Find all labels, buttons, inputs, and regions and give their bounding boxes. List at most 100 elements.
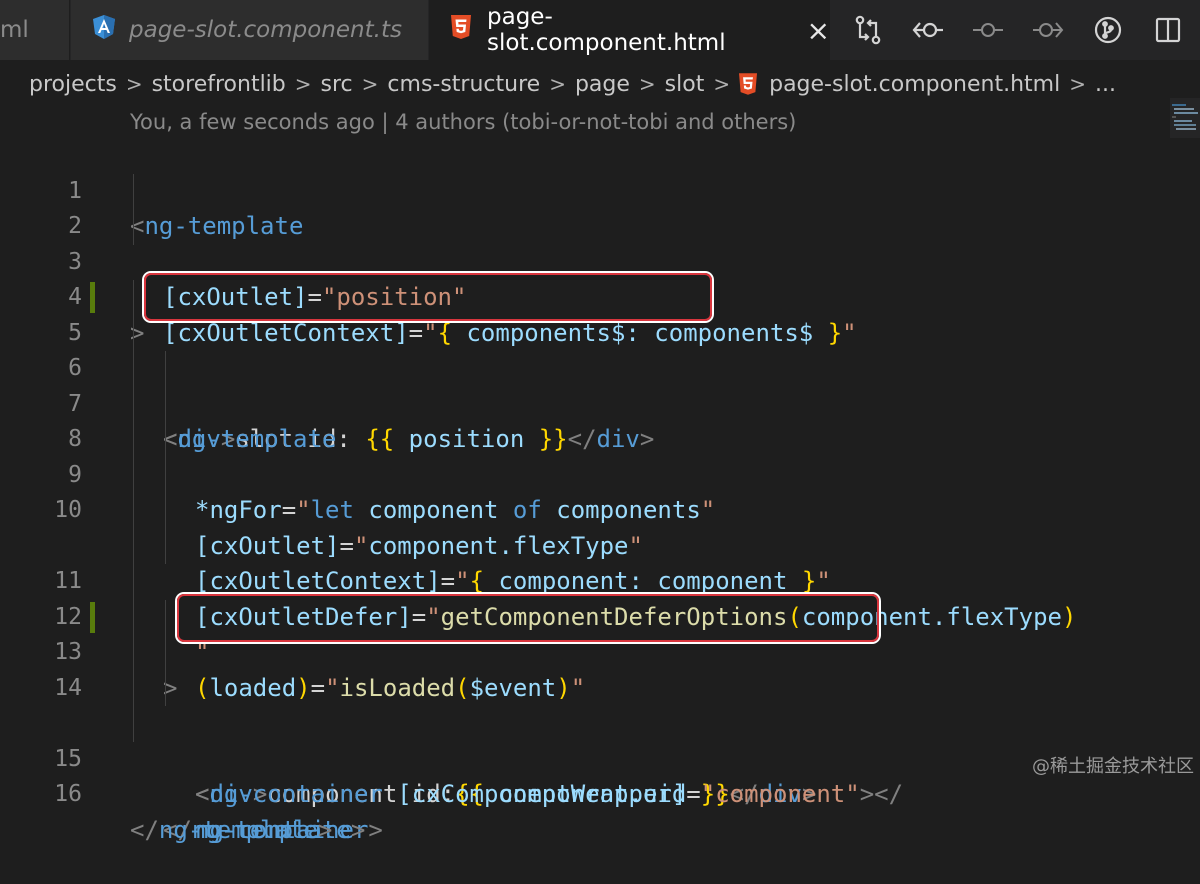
token: </ xyxy=(874,780,904,808)
code-line: 15 </ng-template> xyxy=(0,706,1160,844)
indent-guide xyxy=(133,457,134,493)
next-change-icon[interactable] xyxy=(1018,0,1078,60)
breadcrumb-item-slot[interactable]: slot xyxy=(665,72,705,97)
git-modified-indicator[interactable] xyxy=(90,601,95,633)
code-line: 13 <div>component id:{{ component.uid }}… xyxy=(0,599,1160,808)
breadcrumb-item-cms-structure[interactable]: cms-structure xyxy=(387,72,540,97)
minimap[interactable] xyxy=(1170,98,1200,138)
compare-changes-icon[interactable] xyxy=(838,0,898,60)
code-line: 9 [cxOutletContext]="{ component: compon… xyxy=(0,422,1160,595)
breadcrumb-separator: > xyxy=(638,72,656,96)
code-line: 14 <ng-container [cxComponentWrapper]="c… xyxy=(0,635,1160,808)
indent-guide xyxy=(165,457,166,493)
tab-label: page-slot.component.ts xyxy=(129,17,402,43)
split-editor-icon[interactable] xyxy=(1138,0,1198,60)
tab-page-slot-component-html[interactable]: page-slot.component.html × xyxy=(429,0,830,60)
token: = xyxy=(686,780,701,808)
indent-guide xyxy=(133,315,134,351)
indent-guide xyxy=(165,422,166,458)
timeline-icon[interactable] xyxy=(958,0,1018,60)
token: ng-container xyxy=(209,780,383,808)
breadcrumb-item-storefrontlib[interactable]: storefrontlib xyxy=(152,72,286,97)
indent-guide xyxy=(133,386,134,422)
code-line: 4 > xyxy=(0,245,1160,347)
code-line-wrapped: " xyxy=(0,493,1160,666)
indent-guide xyxy=(133,599,134,635)
watermark: @稀土掘金技术社区 xyxy=(1032,756,1194,777)
tab-page-slot-component-ts[interactable]: page-slot.component.ts xyxy=(71,0,428,60)
code-line: 1 <ng-template xyxy=(0,138,1160,241)
code-line: 8 [cxOutlet]="component.flexType" xyxy=(0,386,1160,560)
line-content: </ng-template> xyxy=(130,813,332,849)
breadcrumb-item-page[interactable]: page xyxy=(575,72,630,97)
line-number: 16 xyxy=(54,781,82,807)
token: > xyxy=(859,780,875,808)
breadcrumb: projects > storefrontlib > src > cms-str… xyxy=(29,64,1116,104)
angular-icon xyxy=(93,15,115,45)
indent-guide xyxy=(133,351,134,387)
code-line: 10 [cxOutletDefer]="getComponentDeferOpt… xyxy=(0,457,1160,631)
breadcrumb-separator: > xyxy=(294,72,312,96)
indent-guide xyxy=(133,280,134,316)
html5-icon xyxy=(451,15,471,45)
code-editor[interactable]: 1 <ng-template 2 [cxOutlet]="position" 3… xyxy=(0,138,1160,844)
git-blame-codelens[interactable]: You, a few seconds ago | 4 authors (tobi… xyxy=(130,110,796,134)
token: > xyxy=(350,815,366,844)
indent-guide xyxy=(133,706,134,742)
breadcrumb-item-more[interactable]: ... xyxy=(1095,72,1116,97)
token: ng-template xyxy=(158,815,318,844)
code-line: 16 </ng-template> xyxy=(0,742,1160,844)
tab-partial-html[interactable]: ml xyxy=(0,0,70,60)
tab-label: page-slot.component.html xyxy=(487,4,726,56)
code-line: 12 > xyxy=(0,564,1160,702)
token: < xyxy=(195,780,210,808)
editor-actions xyxy=(838,0,1200,60)
breadcrumb-separator: > xyxy=(713,72,731,96)
code-line: 11 (loaded)="isLoaded($event)" xyxy=(0,528,1160,702)
indent-guide xyxy=(165,493,166,529)
token: ] xyxy=(671,780,687,808)
tab-bar: ml page-slot.component.ts page-slot.comp… xyxy=(0,0,1200,60)
breadcrumb-separator: > xyxy=(549,72,566,96)
indent-guide xyxy=(165,670,166,706)
indent-guide xyxy=(133,422,134,458)
breadcrumb-separator: > xyxy=(125,72,143,96)
token: cxComponentWrapper xyxy=(411,780,672,808)
tab-label: ml xyxy=(0,17,29,43)
token: "component" xyxy=(700,780,860,808)
indent-guide xyxy=(165,635,166,671)
code-line: 2 [cxOutlet]="position" xyxy=(0,173,1160,311)
breadcrumb-separator: > xyxy=(1069,72,1086,96)
indent-guide xyxy=(133,528,134,564)
indent-guide xyxy=(165,351,166,387)
indent-guide xyxy=(133,493,134,529)
code-line: 7 *ngFor="let component of components" xyxy=(0,351,1160,524)
token: > xyxy=(368,815,383,844)
breadcrumb-separator: > xyxy=(361,72,379,96)
token: </ xyxy=(130,815,159,844)
indent-guide xyxy=(133,564,134,600)
indent-guide xyxy=(133,670,134,706)
indent-guide xyxy=(165,528,166,564)
html5-icon xyxy=(739,73,758,95)
code-line-wrapped: ng-container > xyxy=(0,670,1160,844)
token: > xyxy=(317,815,333,844)
indent-guide xyxy=(165,599,166,635)
indent-guide xyxy=(165,386,166,422)
indent-guide xyxy=(133,173,134,209)
previous-change-icon[interactable] xyxy=(898,0,958,60)
git-modified-indicator[interactable] xyxy=(90,282,95,313)
indent-guide xyxy=(133,209,134,245)
code-line: 5 <div>slot id: {{ position }}</div> xyxy=(0,280,1160,453)
code-line: 6 <ng-template xyxy=(0,315,1160,453)
code-line: 3 [cxOutletContext]="{ components$: comp… xyxy=(0,209,1160,347)
breadcrumb-item-file[interactable]: page-slot.component.html xyxy=(769,72,1060,97)
indent-guide xyxy=(133,635,134,671)
breadcrumb-item-projects[interactable]: projects xyxy=(29,72,117,97)
token: [ xyxy=(397,780,412,808)
git-graph-icon[interactable] xyxy=(1078,0,1138,60)
line-content: <ng-container [cxComponentWrapper]="comp… xyxy=(195,777,903,813)
breadcrumb-item-src[interactable]: src xyxy=(321,72,353,97)
close-icon[interactable]: × xyxy=(807,14,830,47)
